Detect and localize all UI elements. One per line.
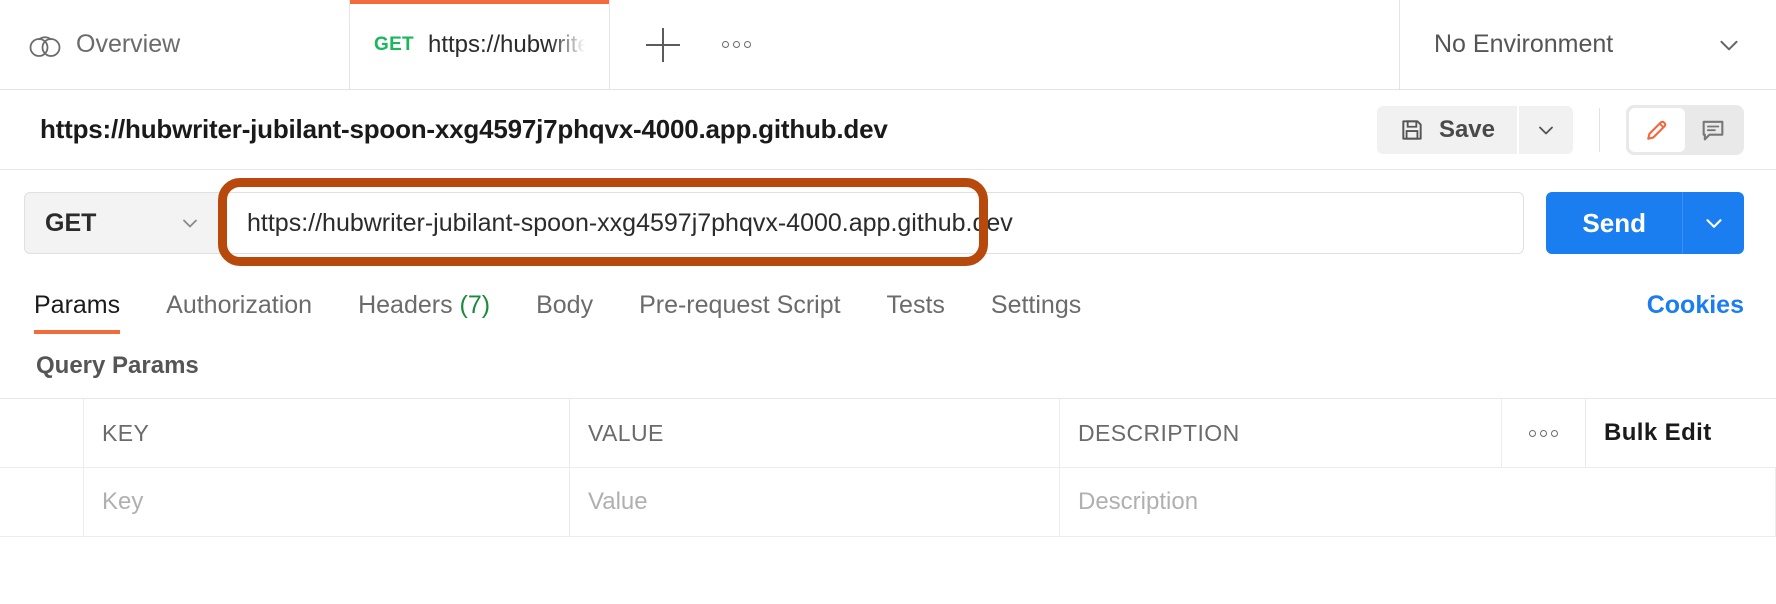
tab-headers[interactable]: Headers (7) <box>358 291 490 334</box>
page-title: https://hubwriter-jubilant-spoon-xxg4597… <box>40 114 1377 145</box>
send-group: Send <box>1546 192 1744 254</box>
tab-settings-label: Settings <box>991 291 1081 319</box>
save-button[interactable]: Save <box>1377 106 1517 154</box>
tab-authorization-label: Authorization <box>166 291 312 319</box>
tab-pre-request-script-label: Pre-request Script <box>639 291 840 319</box>
environment-selector[interactable]: No Environment <box>1400 0 1776 89</box>
save-button-label: Save <box>1439 116 1495 144</box>
url-input[interactable] <box>224 192 1524 254</box>
url-row: GET Send <box>0 170 1776 276</box>
tab-tests-label: Tests <box>887 291 945 319</box>
ellipsis-icon <box>1529 430 1558 437</box>
row-description-cell[interactable]: Description <box>1060 468 1776 536</box>
comment-button[interactable] <box>1685 108 1741 152</box>
bulk-edit-button[interactable]: Bulk Edit <box>1586 399 1776 467</box>
tab-headers-count: (7) <box>460 291 491 319</box>
http-method-value: GET <box>45 209 96 238</box>
tab-params[interactable]: Params <box>34 291 120 334</box>
header-key: KEY <box>84 399 570 467</box>
send-button[interactable]: Send <box>1546 192 1682 254</box>
header-description: DESCRIPTION <box>1060 399 1502 467</box>
edit-mode-button[interactable] <box>1629 108 1685 152</box>
chevron-down-icon <box>1701 210 1727 236</box>
tab-body[interactable]: Body <box>536 291 593 334</box>
chevron-down-icon <box>1534 118 1558 142</box>
floppy-disk-icon <box>1399 117 1425 143</box>
tab-request-active[interactable]: GET https://hubwriter-jubilant- <box>350 0 610 89</box>
tab-request-url: https://hubwriter-jubilant- <box>428 31 585 59</box>
tab-tests[interactable]: Tests <box>887 291 945 334</box>
header-checkbox-cell <box>0 399 84 467</box>
view-mode-toggle <box>1626 105 1744 155</box>
content-tail-area <box>0 537 1776 597</box>
tab-method-label: GET <box>374 34 414 56</box>
table-header-row: KEY VALUE DESCRIPTION Bulk Edit <box>0 399 1776 468</box>
description-placeholder: Description <box>1078 488 1198 516</box>
send-dropdown-button[interactable] <box>1682 192 1744 254</box>
title-actions: Save <box>1377 105 1744 155</box>
row-checkbox-cell[interactable] <box>0 468 84 536</box>
query-params-heading: Query Params <box>0 334 1776 398</box>
tab-pre-request-script[interactable]: Pre-request Script <box>639 291 840 334</box>
postman-request-window: Overview GET https://hubwriter-jubilant-… <box>0 0 1776 604</box>
table-row: Key Value Description <box>0 468 1776 537</box>
http-method-selector[interactable]: GET <box>24 192 224 254</box>
key-placeholder: Key <box>102 488 143 516</box>
tab-bar: Overview GET https://hubwriter-jubilant-… <box>0 0 1776 90</box>
value-placeholder: Value <box>588 488 648 516</box>
request-section-tabs: Params Authorization Headers (7) Body Pr… <box>0 276 1776 334</box>
tab-authorization[interactable]: Authorization <box>166 291 312 334</box>
tab-actions <box>610 0 1400 89</box>
save-group: Save <box>1377 106 1573 154</box>
ellipsis-icon[interactable] <box>722 41 751 48</box>
tab-headers-label: Headers <box>358 291 453 319</box>
request-title-row: https://hubwriter-jubilant-spoon-xxg4597… <box>0 90 1776 170</box>
tab-overview-label: Overview <box>76 30 180 59</box>
tab-params-label: Params <box>34 291 120 319</box>
pencil-icon <box>1643 116 1671 144</box>
toolbar-divider <box>1599 108 1600 152</box>
save-dropdown-button[interactable] <box>1519 106 1573 154</box>
environment-value: No Environment <box>1434 30 1613 59</box>
row-value-cell[interactable]: Value <box>570 468 1060 536</box>
table-options-button[interactable] <box>1502 399 1586 467</box>
comment-icon <box>1699 116 1727 144</box>
row-key-cell[interactable]: Key <box>84 468 570 536</box>
query-params-table: KEY VALUE DESCRIPTION Bulk Edit Key Valu… <box>0 398 1776 537</box>
chevron-down-icon <box>178 211 202 235</box>
plus-icon[interactable] <box>646 28 680 62</box>
cookies-link[interactable]: Cookies <box>1647 291 1744 334</box>
chevron-down-icon <box>1716 32 1742 58</box>
tab-settings[interactable]: Settings <box>991 291 1081 334</box>
tab-body-label: Body <box>536 291 593 319</box>
header-value: VALUE <box>570 399 1060 467</box>
tab-overview[interactable]: Overview <box>0 0 350 89</box>
overview-circles-icon <box>28 32 62 58</box>
